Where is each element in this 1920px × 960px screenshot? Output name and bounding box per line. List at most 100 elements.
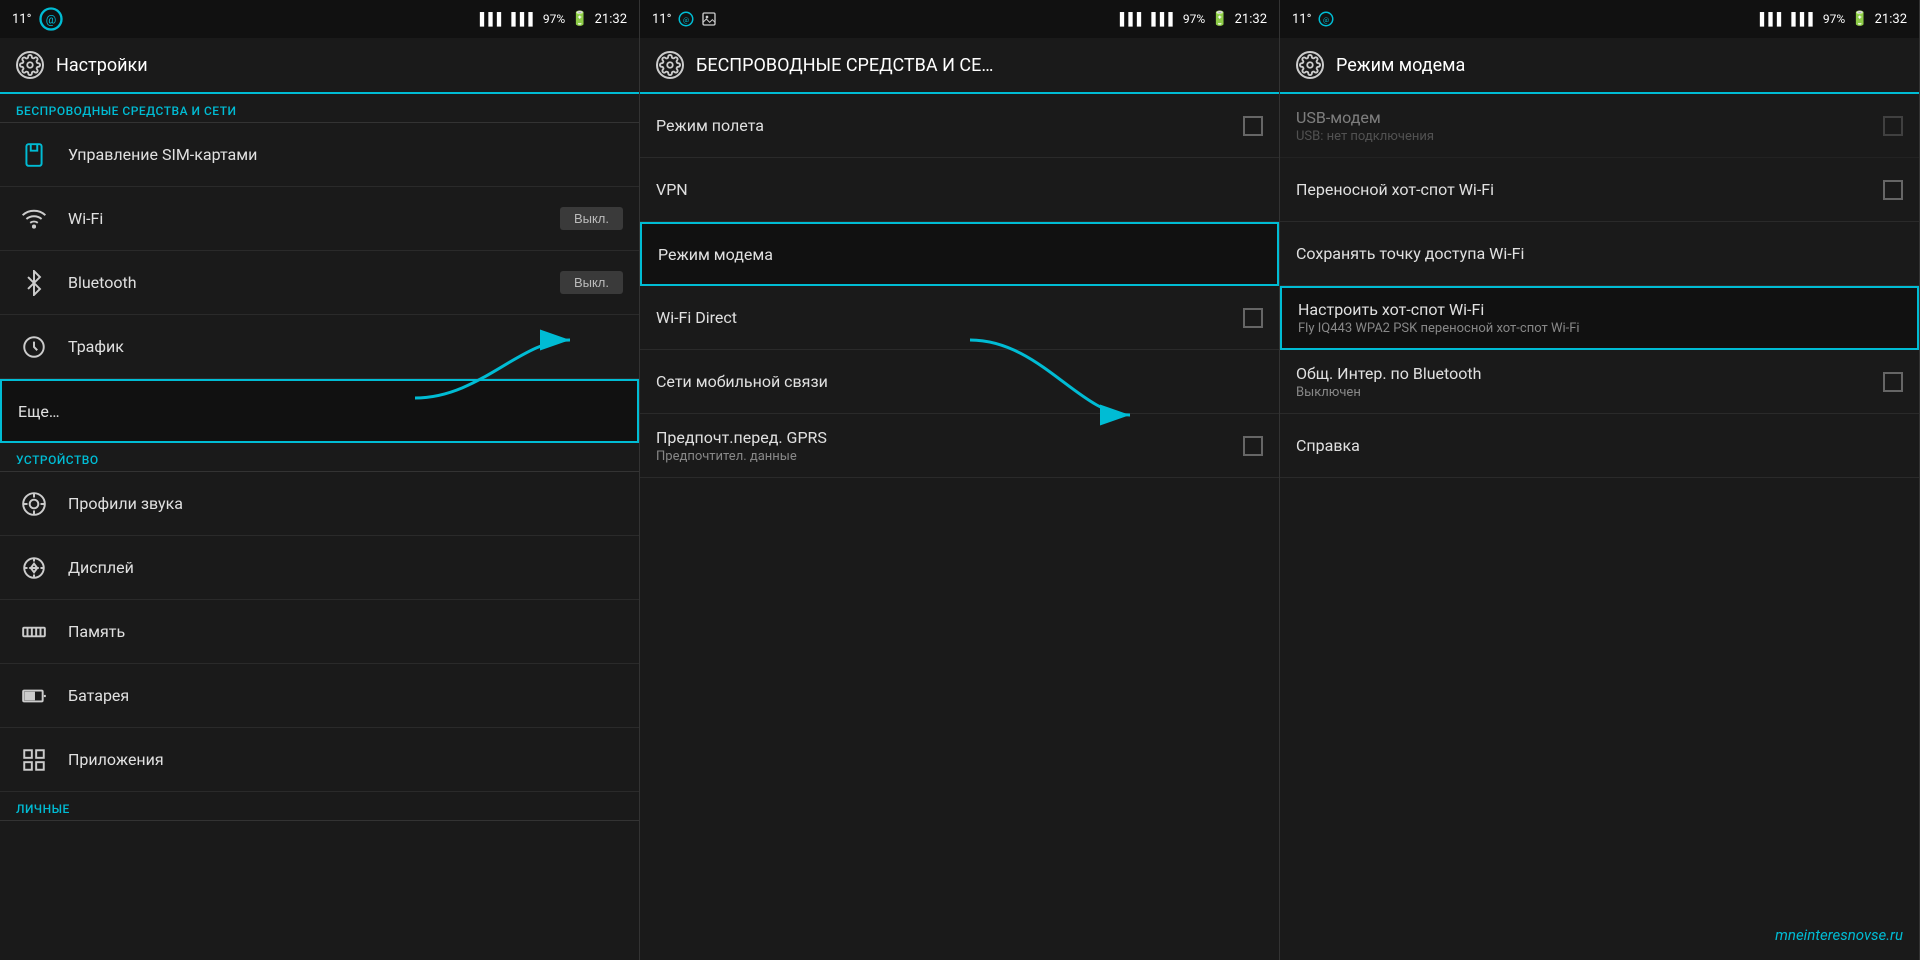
- image-icon: [701, 11, 717, 27]
- time-2: 21:32: [1235, 12, 1267, 27]
- android-icon-2: @: [677, 10, 695, 28]
- wifidirect-label: Wi-Fi Direct: [656, 308, 1243, 327]
- bt-tethering-checkbox-box[interactable]: [1883, 372, 1903, 392]
- help-content: Справка: [1296, 436, 1903, 455]
- vpn-content: VPN: [656, 180, 1263, 199]
- sound-label: Профили звука: [68, 494, 623, 513]
- bluetooth-toggle[interactable]: Выкл.: [560, 271, 623, 294]
- usb-checkbox[interactable]: [1883, 116, 1903, 136]
- menu-item-wifidirect[interactable]: Wi-Fi Direct: [640, 286, 1279, 350]
- menu-item-help[interactable]: Справка: [1280, 414, 1919, 478]
- title-bar-1: Настройки: [0, 38, 639, 94]
- menu-item-gprs[interactable]: Предпочт.перед. GPRS Предпочтител. данны…: [640, 414, 1279, 478]
- android-icon-3: @: [1317, 10, 1335, 28]
- wireless-gear-icon: [656, 51, 684, 79]
- bluetooth-icon: [16, 265, 52, 301]
- airplane-checkbox-box[interactable]: [1243, 116, 1263, 136]
- time-3: 21:32: [1875, 12, 1907, 27]
- menu-item-traffic[interactable]: Трафик: [0, 315, 639, 379]
- menu-item-sim[interactable]: Управление SIM-картами: [0, 123, 639, 187]
- wifidirect-checkbox[interactable]: [1243, 308, 1263, 328]
- mobile-content: Сети мобильной связи: [656, 372, 1263, 391]
- sound-content: Профили звука: [68, 494, 623, 513]
- menu-item-sound[interactable]: Профили звука: [0, 472, 639, 536]
- gprs-checkbox[interactable]: [1243, 436, 1263, 456]
- status-bar-3: 11° @ ▌▌▌ ▌▌▌ 97% 🔋 21:32: [1280, 0, 1919, 38]
- modem-label: Режим модема: [658, 245, 1261, 264]
- settings-gear-icon: [16, 51, 44, 79]
- bt-tethering-label: Общ. Интер. по Bluetooth: [1296, 364, 1883, 383]
- bluetooth-toggle-btn[interactable]: Выкл.: [560, 271, 623, 294]
- menu-item-battery[interactable]: Батарея: [0, 664, 639, 728]
- help-label: Справка: [1296, 436, 1903, 455]
- configure-hotspot-content: Настроить хот-спот Wi-Fi Fly IQ443 WPA2 …: [1298, 300, 1901, 336]
- temp-3: 11°: [1292, 12, 1311, 27]
- airplane-content: Режим полета: [656, 116, 1243, 135]
- battery-1: 97%: [543, 12, 565, 26]
- hotspot-checkbox-box[interactable]: [1883, 180, 1903, 200]
- airplane-label: Режим полета: [656, 116, 1243, 135]
- status-bar-2: 11° @ ▌▌▌ ▌▌▌ 97% 🔋 21:32: [640, 0, 1279, 38]
- more-content: Еще…: [18, 402, 621, 421]
- section-wireless: БЕСПРОВОДНЫЕ СРЕДСТВА И СЕТИ: [0, 94, 639, 123]
- temp-1: 11°: [12, 12, 31, 27]
- battery-icon: [16, 678, 52, 714]
- menu-item-bt-tethering[interactable]: Общ. Интер. по Bluetooth Выключен: [1280, 350, 1919, 414]
- menu-item-modem[interactable]: Режим модема: [640, 222, 1279, 286]
- menu-item-save-hotspot[interactable]: Сохранять точку доступа Wi-Fi: [1280, 222, 1919, 286]
- bt-tethering-checkbox[interactable]: [1883, 372, 1903, 392]
- menu-item-bluetooth[interactable]: Bluetooth Выкл.: [0, 251, 639, 315]
- menu-item-apps[interactable]: Приложения: [0, 728, 639, 792]
- save-hotspot-content: Сохранять точку доступа Wi-Fi: [1296, 244, 1903, 263]
- menu-item-display[interactable]: Дисплей: [0, 536, 639, 600]
- hotspot-content: Переносной хот-спот Wi-Fi: [1296, 180, 1883, 199]
- modem-content: Режим модема: [658, 245, 1261, 264]
- panel-settings: 11° @ ▌▌▌ ▌▌▌ 97% 🔋 21:32 Настройки БЕСП…: [0, 0, 640, 960]
- battery-content: Батарея: [68, 686, 623, 705]
- status-right-1: ▌▌▌ ▌▌▌ 97% 🔋 21:32: [480, 11, 627, 27]
- menu-item-vpn[interactable]: VPN: [640, 158, 1279, 222]
- gprs-subtitle: Предпочтител. данные: [656, 449, 1243, 464]
- status-right-3: ▌▌▌ ▌▌▌ 97% 🔋 21:32: [1760, 11, 1907, 27]
- configure-hotspot-subtitle: Fly IQ443 WPA2 PSK переносной хот-спот W…: [1298, 321, 1901, 336]
- menu-item-airplane[interactable]: Режим полета: [640, 94, 1279, 158]
- title-bar-3: Режим модема: [1280, 38, 1919, 94]
- apps-label: Приложения: [68, 750, 623, 769]
- wifi-label: Wi-Fi: [68, 209, 560, 228]
- memory-content: Память: [68, 622, 623, 641]
- panel-modem: 11° @ ▌▌▌ ▌▌▌ 97% 🔋 21:32 Режим модема U…: [1280, 0, 1920, 960]
- signal-icon-1: ▌▌▌: [480, 12, 506, 26]
- battery-icon-1: 🔋: [571, 11, 588, 27]
- signal-icon-3: ▌▌▌: [1120, 12, 1146, 26]
- wifidirect-content: Wi-Fi Direct: [656, 308, 1243, 327]
- gprs-checkbox-box[interactable]: [1243, 436, 1263, 456]
- battery-icon-2: 🔋: [1211, 11, 1228, 27]
- display-content: Дисплей: [68, 558, 623, 577]
- signal-icon-2: ▌▌▌: [511, 12, 537, 26]
- bt-tethering-content: Общ. Интер. по Bluetooth Выключен: [1296, 364, 1883, 400]
- wifidirect-checkbox-box[interactable]: [1243, 308, 1263, 328]
- usb-label: USB-модем: [1296, 108, 1883, 127]
- section-personal: ЛИЧНЫЕ: [0, 792, 639, 821]
- menu-item-usb[interactable]: USB-модем USB: нет подключения: [1280, 94, 1919, 158]
- menu-item-hotspot[interactable]: Переносной хот-спот Wi-Fi: [1280, 158, 1919, 222]
- svg-text:@: @: [1323, 16, 1329, 24]
- usb-checkbox-box: [1883, 116, 1903, 136]
- menu-item-mobile[interactable]: Сети мобильной связи: [640, 350, 1279, 414]
- menu-item-wifi[interactable]: Wi-Fi Выкл.: [0, 187, 639, 251]
- wifi-toggle-btn[interactable]: Выкл.: [560, 207, 623, 230]
- traffic-content: Трафик: [68, 337, 623, 356]
- status-right-2: ▌▌▌ ▌▌▌ 97% 🔋 21:32: [1120, 11, 1267, 27]
- menu-item-more[interactable]: Еще…: [0, 379, 639, 443]
- hotspot-checkbox[interactable]: [1883, 180, 1903, 200]
- memory-icon: [16, 614, 52, 650]
- menu-item-memory[interactable]: Память: [0, 600, 639, 664]
- usb-subtitle: USB: нет подключения: [1296, 129, 1883, 144]
- wifi-toggle[interactable]: Выкл.: [560, 207, 623, 230]
- mobile-label: Сети мобильной связи: [656, 372, 1263, 391]
- battery-2: 97%: [1183, 12, 1205, 26]
- configure-hotspot-label: Настроить хот-спот Wi-Fi: [1298, 300, 1901, 319]
- airplane-checkbox[interactable]: [1243, 116, 1263, 136]
- menu-item-configure-hotspot[interactable]: Настроить хот-спот Wi-Fi Fly IQ443 WPA2 …: [1280, 286, 1919, 350]
- watermark: mneinteresnovse.ru: [1775, 926, 1903, 944]
